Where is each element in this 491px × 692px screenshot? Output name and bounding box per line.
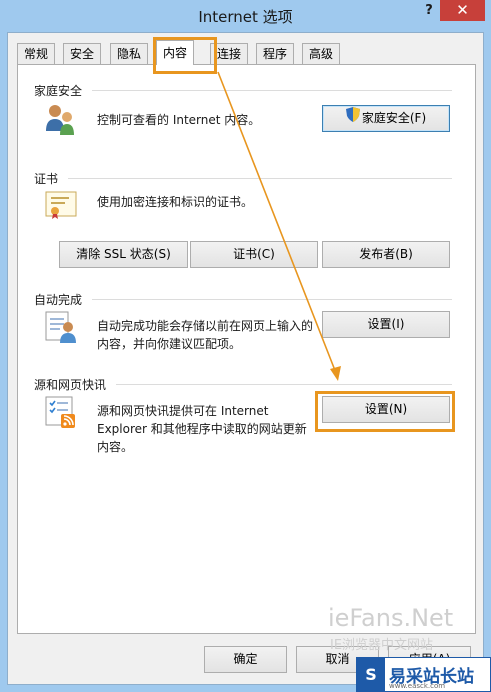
- feeds-icon: [44, 395, 78, 432]
- autocomplete-heading: 自动完成: [34, 293, 83, 307]
- dialog-body: 常规 安全 隐私 内容 连接 程序 高级 家庭安全 控制可查看的 Interne…: [7, 32, 484, 685]
- logo-url: www.easck.com: [389, 682, 446, 690]
- autocomplete-settings-button[interactable]: 设置(I): [322, 311, 450, 338]
- tab-programs[interactable]: 程序: [256, 43, 295, 64]
- watermark-site: ieFans.Net: [328, 604, 454, 632]
- divider: [92, 299, 452, 300]
- feeds-description-line-1: 源和网页快讯提供可在 Internet: [97, 404, 269, 418]
- tab-general[interactable]: 常规: [17, 43, 56, 64]
- autocomplete-description-line-1: 自动完成功能会存储以前在网页上输入的: [97, 319, 314, 333]
- feeds-description-line-2: Explorer 和其他程序中读取的网站更新: [97, 422, 307, 436]
- close-button[interactable]: ✕: [440, 0, 485, 21]
- autocomplete-icon: [44, 310, 78, 347]
- certificates-description: 使用加密连接和标识的证书。: [97, 195, 254, 209]
- family-safety-heading: 家庭安全: [34, 84, 83, 98]
- content-tab-panel: 家庭安全 控制可查看的 Internet 内容。 家庭安全(F) 证书 使用加密…: [17, 64, 476, 634]
- certificate-icon: [44, 190, 78, 223]
- shield-icon: [345, 106, 360, 131]
- site-logo: S 易采站长站 www.easck.com: [356, 657, 491, 692]
- tab-connections[interactable]: 连接: [210, 43, 249, 64]
- family-safety-description: 控制可查看的 Internet 内容。: [97, 113, 261, 127]
- certificates-button[interactable]: 证书(C): [190, 241, 318, 268]
- feeds-settings-button[interactable]: 设置(N): [322, 396, 450, 423]
- divider: [92, 90, 452, 91]
- tab-security[interactable]: 安全: [63, 43, 102, 64]
- watermark-subtitle: IE浏览器中文网站: [330, 638, 434, 653]
- logo-mark: S: [357, 658, 385, 691]
- feeds-description-line-3: 内容。: [97, 440, 134, 454]
- help-button[interactable]: ?: [416, 0, 442, 22]
- family-safety-button-label: 家庭安全(F): [361, 111, 427, 125]
- tab-privacy[interactable]: 隐私: [110, 43, 149, 64]
- family-safety-icon: [43, 103, 77, 140]
- certificates-heading: 证书: [34, 172, 59, 186]
- ok-button[interactable]: 确定: [204, 646, 287, 673]
- divider: [68, 178, 452, 179]
- autocomplete-description-line-2: 内容，并向你建议匹配项。: [97, 337, 242, 351]
- clear-ssl-state-button[interactable]: 清除 SSL 状态(S): [59, 241, 188, 268]
- tab-content[interactable]: 内容: [156, 40, 195, 65]
- divider: [116, 384, 452, 385]
- publishers-button[interactable]: 发布者(B): [322, 241, 450, 268]
- feeds-heading: 源和网页快讯: [34, 378, 107, 392]
- family-safety-button[interactable]: 家庭安全(F): [322, 105, 450, 132]
- tab-advanced[interactable]: 高级: [302, 43, 341, 64]
- title-bar: Internet 选项 ? ✕: [0, 0, 491, 32]
